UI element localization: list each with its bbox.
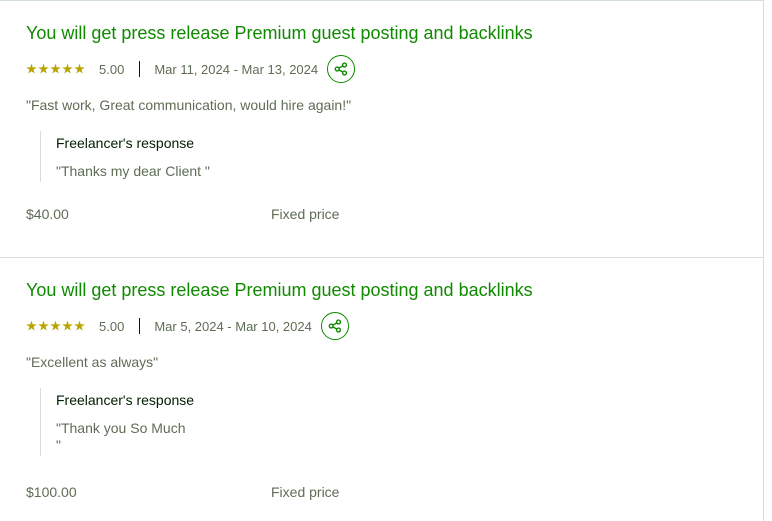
star-icon bbox=[38, 63, 49, 74]
star-icon bbox=[50, 320, 61, 331]
star-icon bbox=[74, 63, 85, 74]
freelancer-response: Freelancer's response "Thank you So Much… bbox=[40, 388, 739, 456]
contract-dates: Mar 11, 2024 - Mar 13, 2024 bbox=[154, 61, 319, 77]
reviews-panel: You will get press release Premium guest… bbox=[0, 0, 764, 521]
review-item: You will get press release Premium guest… bbox=[0, 257, 763, 520]
review-footer: $100.00 Fixed price bbox=[26, 484, 339, 500]
response-label: Freelancer's response bbox=[56, 135, 195, 151]
price-type: Fixed price bbox=[271, 206, 340, 222]
star-icon bbox=[74, 320, 85, 331]
review-footer: $40.00 Fixed price bbox=[26, 206, 339, 222]
review-item: You will get press release Premium guest… bbox=[0, 1, 763, 257]
star-icon bbox=[50, 63, 61, 74]
review-meta: 5.00 Mar 11, 2024 - Mar 13, 2024 bbox=[26, 54, 739, 84]
price-type: Fixed price bbox=[271, 484, 340, 500]
star-icon bbox=[26, 63, 37, 74]
response-text: "Thanks my dear Client " bbox=[56, 163, 210, 179]
contract-amount: $100.00 bbox=[26, 484, 77, 500]
review-title-link[interactable]: You will get press release Premium guest… bbox=[26, 279, 739, 301]
response-text: "Thank you So Much " bbox=[56, 420, 186, 453]
review-meta: 5.00 Mar 5, 2024 - Mar 10, 2024 bbox=[26, 311, 739, 341]
rating-value: 5.00 bbox=[99, 318, 125, 334]
contract-amount: $40.00 bbox=[26, 206, 69, 222]
share-icon bbox=[328, 319, 341, 333]
freelancer-response: Freelancer's response "Thanks my dear Cl… bbox=[40, 131, 739, 182]
star-rating bbox=[26, 320, 85, 332]
star-icon bbox=[38, 320, 49, 331]
rating-value: 5.00 bbox=[99, 61, 125, 77]
star-icon bbox=[62, 63, 73, 74]
star-rating bbox=[26, 63, 85, 75]
client-feedback: "Excellent as always" bbox=[26, 354, 159, 370]
contract-dates: Mar 5, 2024 - Mar 10, 2024 bbox=[154, 318, 312, 334]
star-icon bbox=[62, 320, 73, 331]
share-button[interactable] bbox=[327, 55, 356, 83]
response-label: Freelancer's response bbox=[56, 392, 195, 408]
star-icon bbox=[26, 320, 37, 331]
review-title-link[interactable]: You will get press release Premium guest… bbox=[26, 22, 739, 44]
share-icon bbox=[334, 62, 348, 76]
divider bbox=[139, 318, 141, 334]
client-feedback: "Fast work, Great communication, would h… bbox=[26, 97, 352, 113]
divider bbox=[139, 61, 141, 77]
share-button[interactable] bbox=[320, 312, 349, 340]
